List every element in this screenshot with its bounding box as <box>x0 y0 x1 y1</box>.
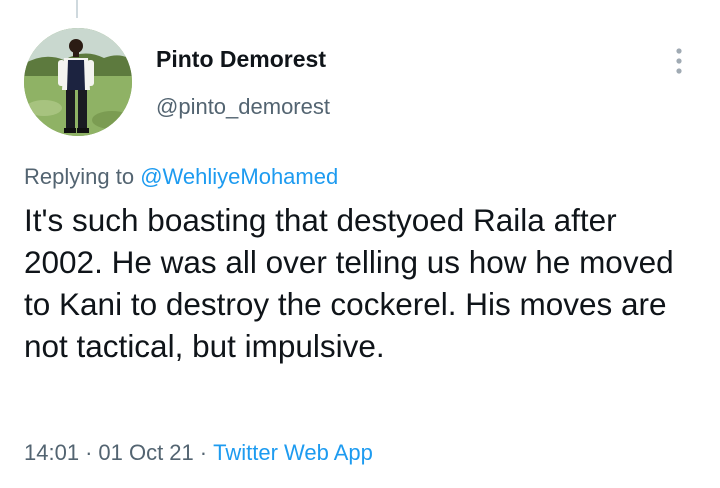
tweet-date[interactable]: 01 Oct 21 <box>98 440 193 465</box>
vertical-dots-icon <box>676 48 682 74</box>
tweet-text: It's such boasting that destyoed Raila a… <box>24 202 674 364</box>
author-display-name[interactable]: Pinto Demorest <box>156 46 326 73</box>
tweet-metadata: 14:01 · 01 Oct 21 · Twitter Web App <box>24 440 373 466</box>
thread-connector-line <box>76 0 78 18</box>
avatar[interactable] <box>24 28 132 136</box>
separator-dot: · <box>199 440 208 465</box>
tweet-time[interactable]: 14:01 <box>24 440 79 465</box>
replying-to-line: Replying to @WehliyeMohamed <box>24 164 338 190</box>
replying-to-handle-link[interactable]: @WehliyeMohamed <box>140 164 338 189</box>
separator-dot: · <box>85 440 93 465</box>
tweet-source-link[interactable]: Twitter Web App <box>213 440 373 465</box>
avatar-image <box>24 28 132 136</box>
more-options-button[interactable] <box>664 44 694 78</box>
replying-to-label: Replying to <box>24 164 135 189</box>
author-handle[interactable]: @pinto_demorest <box>156 94 330 120</box>
